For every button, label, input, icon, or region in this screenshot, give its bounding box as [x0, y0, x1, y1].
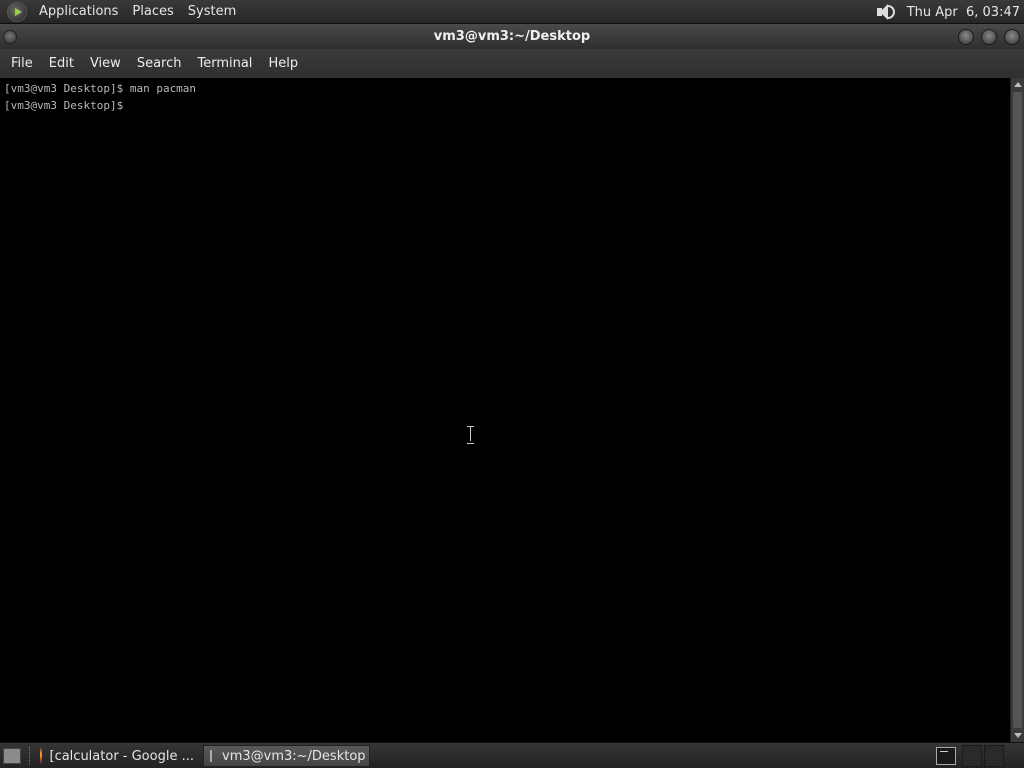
task-label: [calculator - Google ... [49, 748, 195, 764]
task-firefox[interactable]: [calculator - Google ... [34, 745, 200, 767]
scroll-up-icon[interactable] [1014, 82, 1022, 87]
gnome-foot-icon[interactable] [7, 1, 27, 22]
menu-file[interactable]: File [3, 49, 41, 78]
menu-search[interactable]: Search [129, 49, 190, 78]
menubar: File Edit View Search Terminal Help [0, 49, 1024, 78]
terminal-icon[interactable] [936, 747, 956, 765]
system-menu[interactable]: System [181, 0, 243, 24]
places-menu[interactable]: Places [125, 0, 180, 24]
show-desktop-icon[interactable] [3, 748, 21, 764]
top-panel: Applications Places System Thu Apr 6, 03… [0, 0, 1024, 24]
window-titlebar[interactable]: vm3@vm3:~/Desktop [0, 24, 1024, 49]
firefox-icon [40, 748, 42, 764]
window-menu-icon[interactable] [3, 30, 17, 44]
maximize-icon[interactable] [981, 29, 997, 45]
menu-help[interactable]: Help [260, 49, 306, 78]
workspace-2[interactable] [984, 745, 1004, 767]
panel-separator [29, 747, 31, 765]
text-cursor-icon [467, 426, 474, 444]
menu-view[interactable]: View [82, 49, 129, 78]
window-title: vm3@vm3:~/Desktop [433, 29, 591, 44]
scroll-thumb[interactable] [1013, 92, 1022, 728]
clock[interactable]: Thu Apr 6, 03:47 [907, 5, 1024, 20]
task-label: vm3@vm3:~/Desktop [222, 748, 366, 764]
minimize-icon[interactable] [958, 29, 974, 45]
task-terminal[interactable]: vm3@vm3:~/Desktop [203, 745, 370, 767]
menu-edit[interactable]: Edit [41, 49, 82, 78]
terminal-line: [vm3@vm3 Desktop]$ [4, 99, 124, 112]
speaker-icon[interactable] [875, 2, 897, 22]
menu-terminal[interactable]: Terminal [189, 49, 260, 78]
scroll-down-icon[interactable] [1014, 733, 1022, 738]
close-icon[interactable] [1004, 29, 1020, 45]
bottom-panel: [calculator - Google ... vm3@vm3:~/Deskt… [0, 742, 1024, 768]
applications-menu[interactable]: Applications [32, 0, 125, 24]
terminal-line: [vm3@vm3 Desktop]$ man pacman [4, 82, 197, 95]
terminal-scrollbar[interactable] [1010, 78, 1024, 742]
terminal-output[interactable]: [vm3@vm3 Desktop]$ man pacman [vm3@vm3 D… [0, 78, 1010, 742]
terminal-icon [210, 750, 212, 762]
terminal-window: vm3@vm3:~/Desktop File Edit View Search … [0, 24, 1024, 742]
workspace-1[interactable] [962, 745, 982, 767]
